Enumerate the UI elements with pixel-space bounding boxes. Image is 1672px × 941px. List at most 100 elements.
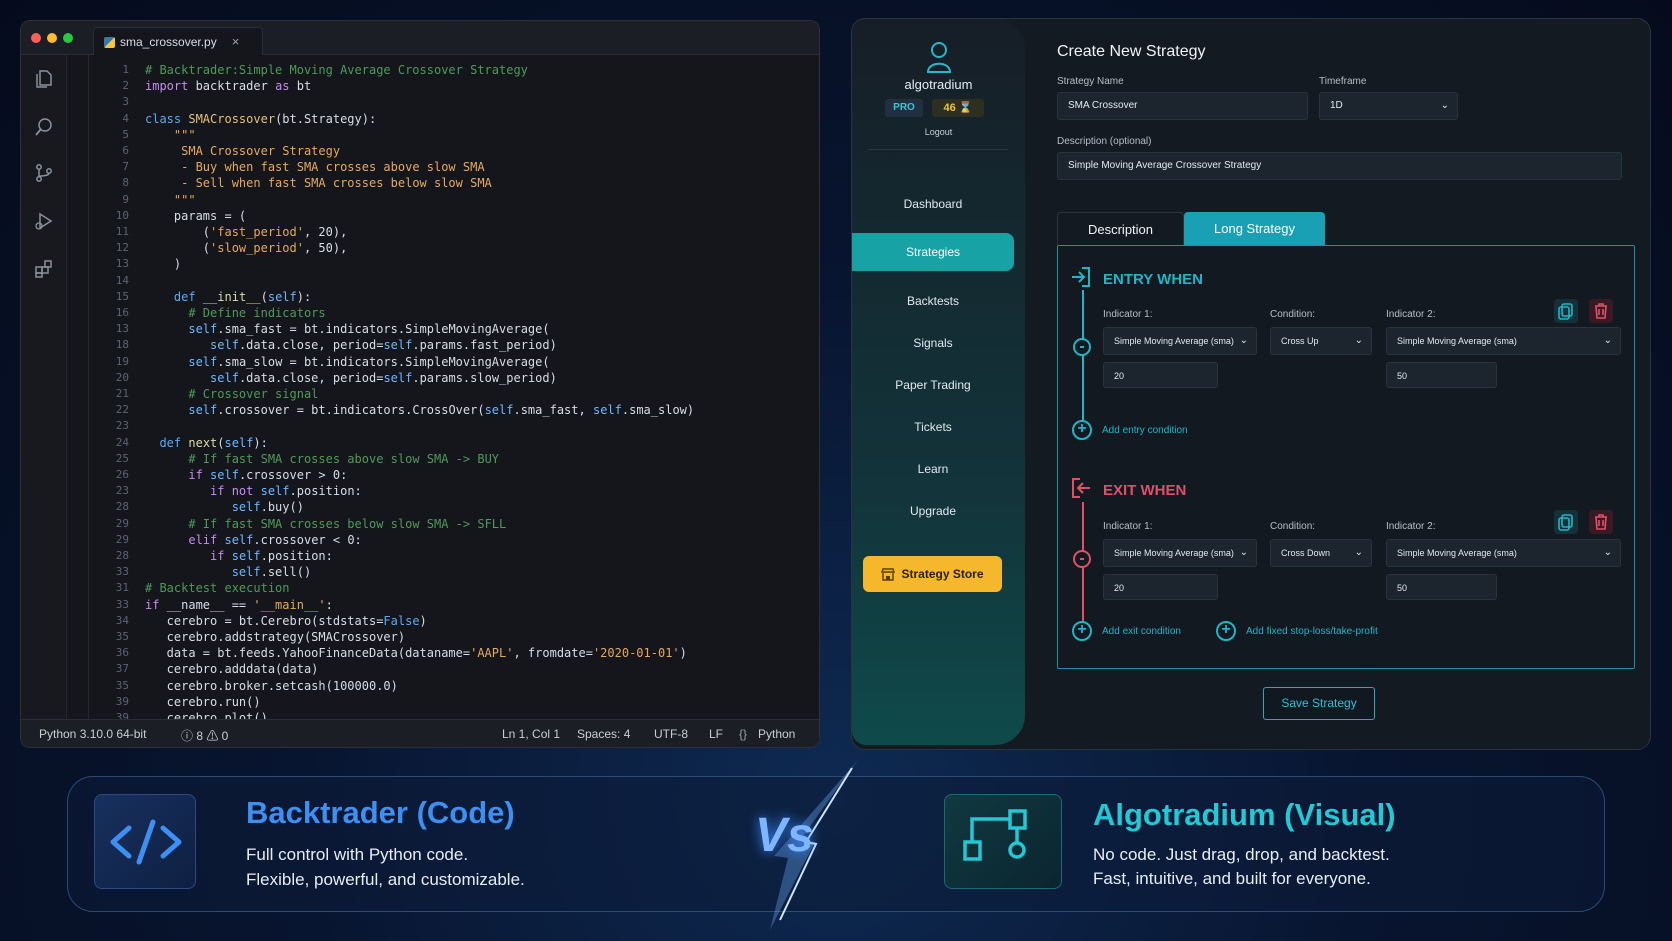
code-line[interactable]: 7 - Buy when fast SMA crosses above slow… <box>67 160 819 176</box>
entry-indicator2-select[interactable]: Simple Moving Average (sma) ⌄ <box>1386 327 1621 355</box>
code-line[interactable]: 13 ) <box>67 257 819 273</box>
entry-period1-input[interactable]: 20 <box>1103 362 1218 388</box>
code-line[interactable]: 8 - Sell when fast SMA crosses below slo… <box>67 176 819 192</box>
duplicate-entry-button[interactable] <box>1554 299 1578 323</box>
code-line[interactable]: 29 # If fast SMA crosses below slow SMA … <box>67 517 819 533</box>
code-line[interactable]: 14 <box>67 274 819 290</box>
tab-long-strategy[interactable]: Long Strategy <box>1184 212 1325 245</box>
entry-condition-select[interactable]: Cross Up ⌄ <box>1270 327 1372 355</box>
entry-period2-input[interactable]: 50 <box>1386 362 1497 388</box>
add-fixed-sltp-icon[interactable]: + <box>1216 621 1236 641</box>
add-entry-icon[interactable]: + <box>1072 420 1092 440</box>
problems-count[interactable]: ⓘ 8 ⚠ 0 <box>181 727 228 744</box>
indentation[interactable]: Spaces: 4 <box>577 727 630 741</box>
close-tab-icon[interactable]: × <box>232 34 240 49</box>
sidebar-item-strategies[interactable]: Strategies <box>852 233 1014 271</box>
delete-exit-button[interactable] <box>1589 510 1613 534</box>
sidebar-item-backtests[interactable]: Backtests <box>852 282 1014 320</box>
exit-condition-select[interactable]: Cross Down ⌄ <box>1270 539 1372 567</box>
code-line[interactable]: 2 import backtrader as bt <box>67 79 819 95</box>
code-line[interactable]: 23 if not self.position: <box>67 484 819 500</box>
search-icon[interactable] <box>34 117 54 137</box>
code-line[interactable]: 39 cerebro.plot() <box>67 711 819 719</box>
code-line[interactable]: 5 """ <box>67 128 819 144</box>
code-line[interactable]: 35 cerebro.addstrategy(SMACrossover) <box>67 630 819 646</box>
exit-period2-input[interactable]: 50 <box>1386 574 1497 600</box>
add-fixed-stop-loss-link[interactable]: Add fixed stop-loss/take-profit <box>1246 626 1378 637</box>
code-line[interactable]: 39 cerebro.run() <box>67 695 819 711</box>
code-line[interactable]: 25 # If fast SMA crosses above slow SMA … <box>67 452 819 468</box>
code-line[interactable]: 28 if self.position: <box>67 549 819 565</box>
code-area[interactable]: 1 # Backtrader:Simple Moving Average Cros… <box>67 55 819 719</box>
code-line[interactable]: 18 self.data.close, period=self.params.f… <box>67 338 819 354</box>
code-line[interactable]: 35 cerebro.broker.setcash(100000.0) <box>67 679 819 695</box>
save-strategy-button[interactable]: Save Strategy <box>1263 687 1375 720</box>
timeframe-select[interactable]: 1D ⌄ <box>1319 92 1458 120</box>
code-line[interactable]: 22 self.crossover = bt.indicators.CrossO… <box>67 403 819 419</box>
sidebar-item-tickets[interactable]: Tickets <box>852 408 1014 446</box>
code-line[interactable]: 13 self.sma_fast = bt.indicators.SimpleM… <box>67 322 819 338</box>
add-exit-condition-link[interactable]: Add exit condition <box>1102 626 1181 637</box>
code-line[interactable]: 33 if __name__ == '__main__': <box>67 598 819 614</box>
code-line[interactable]: 6 SMA Crossover Strategy <box>67 144 819 160</box>
description-input[interactable]: Simple Moving Average Crossover Strategy <box>1057 152 1622 180</box>
sidebar-item-signals[interactable]: Signals <box>852 324 1014 362</box>
explorer-icon[interactable] <box>34 69 54 89</box>
description-label: Description (optional) <box>1057 136 1152 147</box>
sidebar-item-upgrade[interactable]: Upgrade <box>852 492 1014 530</box>
language-mode[interactable]: Python <box>758 727 795 741</box>
code-line[interactable]: 37 cerebro.adddata(data) <box>67 662 819 678</box>
user-avatar-icon[interactable] <box>926 41 952 73</box>
exit-period1-input[interactable]: 20 <box>1103 574 1218 600</box>
exit-indicator1-select[interactable]: Simple Moving Average (sma) ⌄ <box>1103 539 1257 567</box>
code-line[interactable]: 34 cerebro = bt.Cerebro(stdstats=False) <box>67 614 819 630</box>
code-line[interactable]: 9 """ <box>67 193 819 209</box>
code-line[interactable]: 3 <box>67 95 819 111</box>
sidebar-item-learn[interactable]: Learn <box>852 450 1014 488</box>
delete-entry-button[interactable] <box>1589 299 1613 323</box>
code-line[interactable]: 20 self.data.close, period=self.params.s… <box>67 371 819 387</box>
logout-link[interactable]: Logout <box>852 127 1025 137</box>
entry-indicator1-select[interactable]: Simple Moving Average (sma) ⌄ <box>1103 327 1257 355</box>
file-tab[interactable]: sma_crossover.py × <box>93 27 263 55</box>
code-line[interactable]: 10 params = ( <box>67 209 819 225</box>
flow-tile <box>944 794 1062 889</box>
maximize-window-button[interactable] <box>63 33 73 43</box>
sidebar-item-paper-trading[interactable]: Paper Trading <box>852 366 1014 404</box>
strategy-store-button[interactable]: Strategy Store <box>863 556 1002 592</box>
sidebar-divider <box>868 149 1008 150</box>
add-exit-icon[interactable]: + <box>1072 621 1092 641</box>
code-line[interactable]: 24 def next(self): <box>67 436 819 452</box>
code-line[interactable]: 21 # Crossover signal <box>67 387 819 403</box>
close-window-button[interactable] <box>31 33 41 43</box>
code-text: cerebro.broker.setcash(100000.0) <box>145 678 398 693</box>
tab-description[interactable]: Description <box>1057 212 1184 245</box>
code-line[interactable]: 4 class SMACrossover(bt.Strategy): <box>67 112 819 128</box>
strategy-name-input[interactable]: SMA Crossover <box>1057 92 1308 120</box>
exit-indicator2-select[interactable]: Simple Moving Average (sma) ⌄ <box>1386 539 1621 567</box>
code-line[interactable]: 1 # Backtrader:Simple Moving Average Cros… <box>67 63 819 79</box>
encoding[interactable]: UTF-8 <box>654 727 688 741</box>
code-line[interactable]: 16 # Define indicators <box>67 306 819 322</box>
run-debug-icon[interactable] <box>34 211 54 231</box>
code-line[interactable]: 23 <box>67 419 819 435</box>
extensions-icon[interactable] <box>34 259 54 279</box>
code-line[interactable]: 36 data = bt.feeds.YahooFinanceData(data… <box>67 646 819 662</box>
code-line[interactable]: 12 ('slow_period', 50), <box>67 241 819 257</box>
python-interpreter[interactable]: Python 3.10.0 64-bit <box>39 727 146 741</box>
code-line[interactable]: 15 def __init__(self): <box>67 290 819 306</box>
duplicate-exit-button[interactable] <box>1554 510 1578 534</box>
code-line[interactable]: 29 elif self.crossover < 0: <box>67 533 819 549</box>
code-line[interactable]: 31 # Backtest execution <box>67 581 819 597</box>
code-line[interactable]: 28 self.buy() <box>67 500 819 516</box>
minimize-window-button[interactable] <box>47 33 57 43</box>
code-line[interactable]: 11 ('fast_period', 20), <box>67 225 819 241</box>
code-line[interactable]: 26 if self.crossover > 0: <box>67 468 819 484</box>
code-line[interactable]: 19 self.sma_slow = bt.indicators.SimpleM… <box>67 355 819 371</box>
line-ending[interactable]: LF <box>709 727 723 741</box>
add-entry-condition-link[interactable]: Add entry condition <box>1102 425 1188 436</box>
sidebar-item-dashboard[interactable]: Dashboard <box>852 185 1014 223</box>
cursor-position[interactable]: Ln 1, Col 1 <box>502 727 560 741</box>
source-control-icon[interactable] <box>34 163 54 183</box>
code-line[interactable]: 33 self.sell() <box>67 565 819 581</box>
